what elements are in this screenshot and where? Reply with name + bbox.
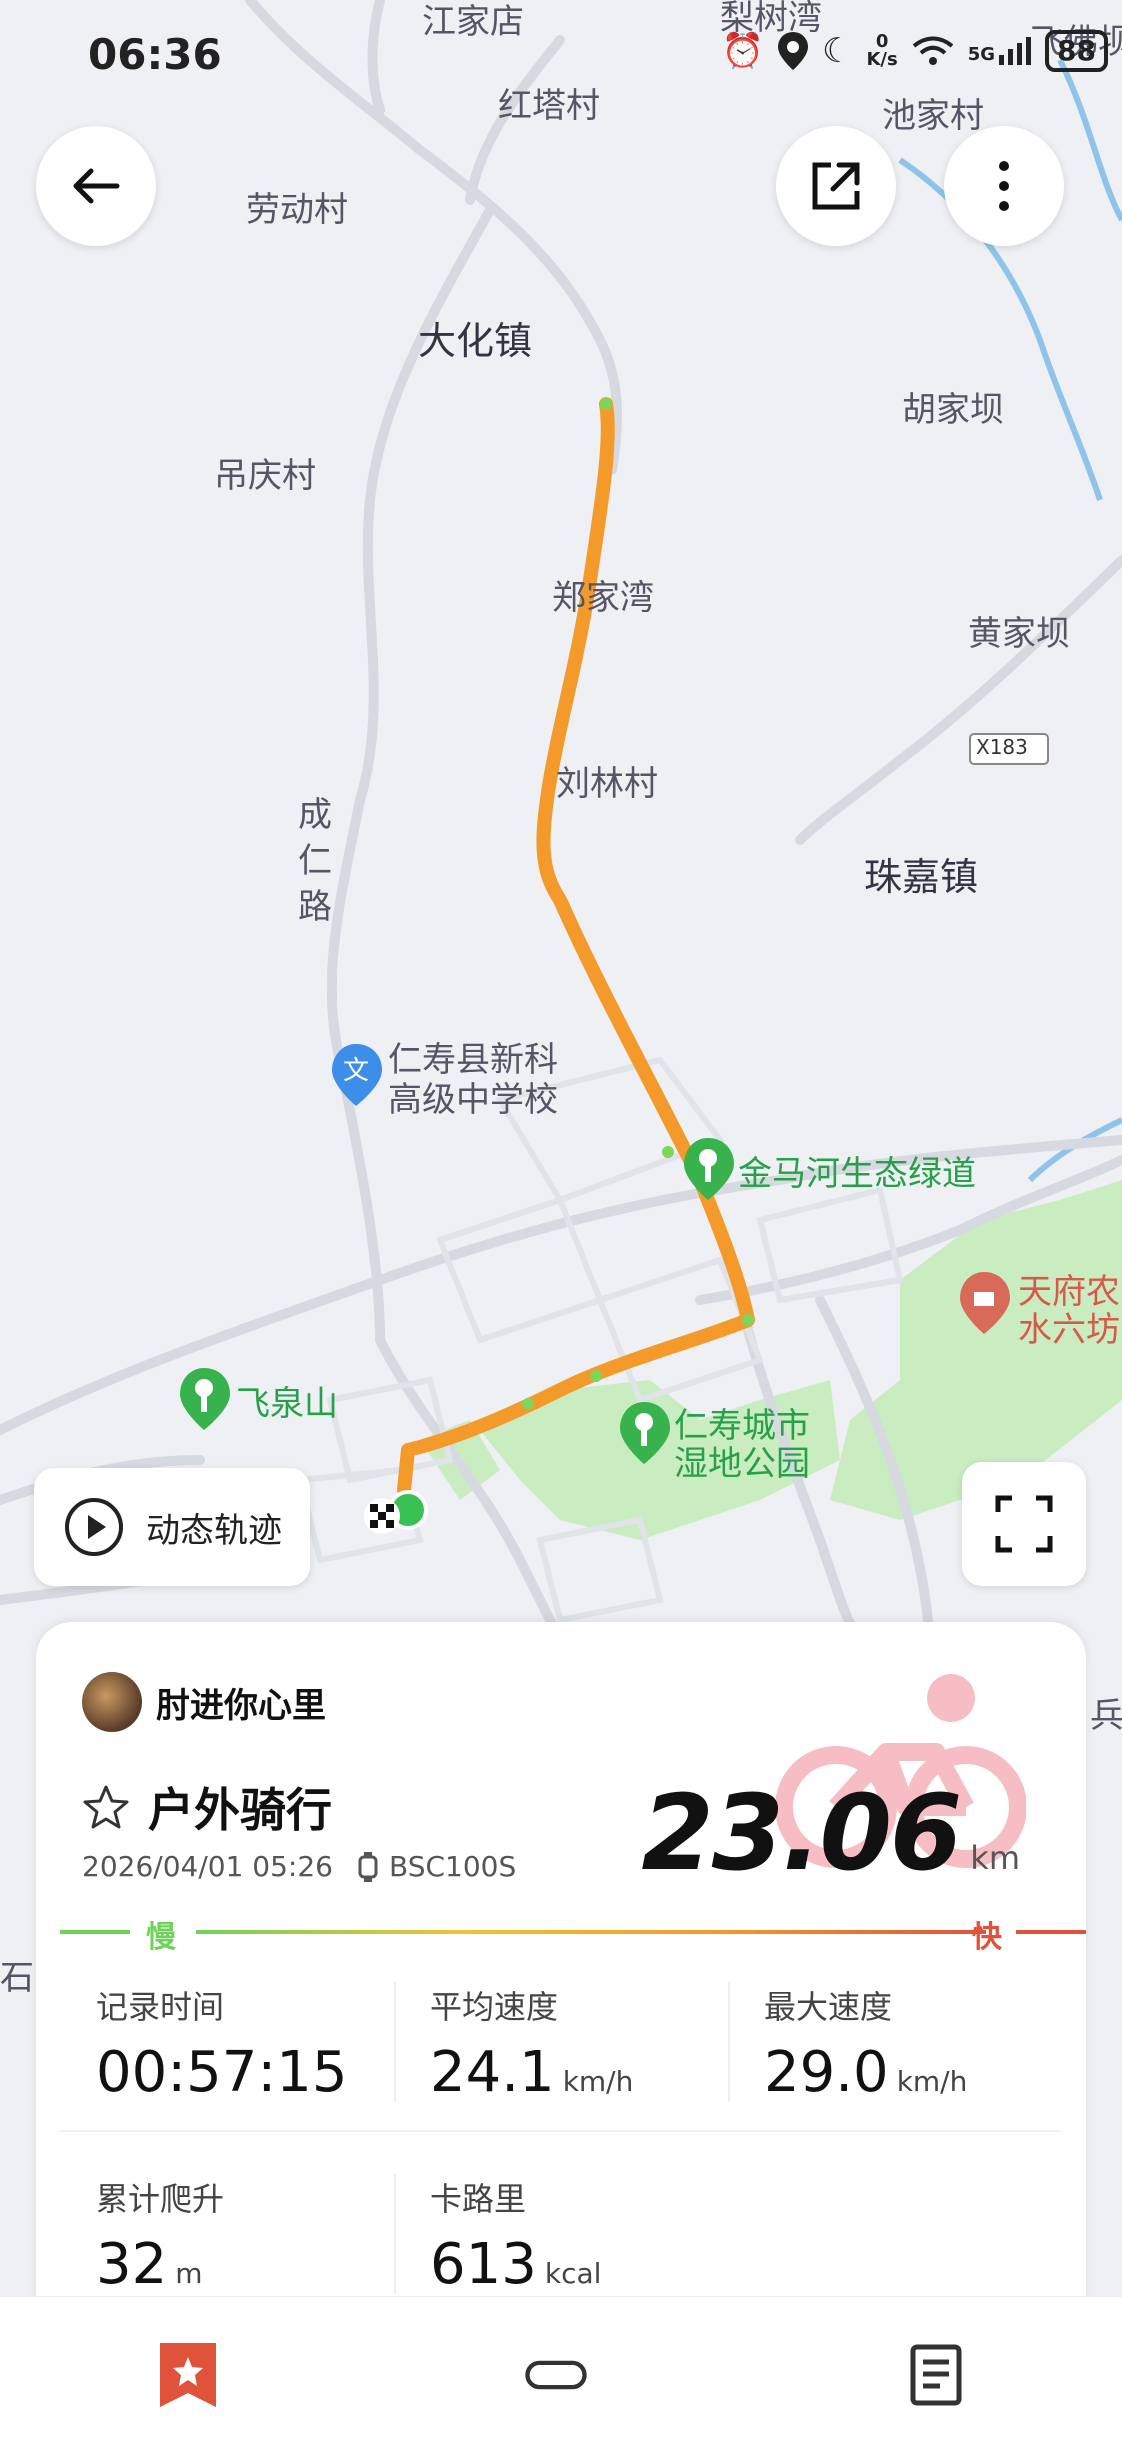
stat-label: 最大速度 xyxy=(764,1988,893,2026)
status-bar: 06:36 ⏰ ☾ 0 K/s 5G 88 xyxy=(0,0,1122,120)
map-place-label: 刘林村 xyxy=(556,764,658,804)
avatar[interactable] xyxy=(82,1672,142,1732)
map-place-label: 黄家坝 xyxy=(968,614,1070,654)
battery-indicator: 88 xyxy=(1045,30,1108,72)
watch-icon xyxy=(358,1851,378,1882)
stat-label: 累计爬升 xyxy=(96,2180,225,2218)
map-place-label: 胡家坝 xyxy=(902,390,1004,430)
share-icon xyxy=(812,162,860,210)
username: 肘进你心里 xyxy=(156,1685,326,1726)
network-speed: 0 K/s xyxy=(866,31,898,70)
stat-label: 平均速度 xyxy=(430,1988,559,2026)
finish-flag-icon xyxy=(364,1498,400,1534)
do-not-disturb-icon: ☾ xyxy=(821,31,853,71)
fullscreen-icon xyxy=(995,1495,1053,1553)
share-button[interactable] xyxy=(776,126,896,246)
svg-text:文: 文 xyxy=(343,1056,369,1086)
stat-value: 613 xyxy=(430,2232,537,2297)
map-place-label: 大化镇 xyxy=(418,319,533,363)
road-shield-label: X183 xyxy=(976,735,1028,759)
stat-max-speed: 最大速度 29.0 km/h xyxy=(764,1982,967,2105)
stat-avg-speed: 平均速度 24.1 km/h xyxy=(430,1982,633,2105)
total-distance: 23.06 xyxy=(641,1772,962,1894)
stat-unit: m xyxy=(175,2257,203,2290)
status-time: 06:36 xyxy=(88,30,222,79)
stat-value: 00:57:15 xyxy=(96,2040,348,2105)
stat-calories: 卡路里 613 kcal xyxy=(430,2174,601,2297)
scenic-label: 水六坊 xyxy=(1018,1310,1120,1350)
stat-label: 记录时间 xyxy=(96,1988,225,2026)
play-circle-icon xyxy=(65,1498,123,1556)
stat-value: 29.0 xyxy=(764,2040,889,2105)
back-button[interactable] xyxy=(36,126,156,246)
device-name: BSC100S xyxy=(388,1850,517,1883)
distance-unit: km xyxy=(970,1839,1020,1877)
star-icon[interactable] xyxy=(82,1783,130,1831)
park-label: 湿地公园 xyxy=(674,1444,810,1484)
nav-details[interactable] xyxy=(904,2343,968,2407)
stat-unit: km/h xyxy=(562,2065,634,2098)
speed-slow-label: 慢 xyxy=(146,1920,176,1955)
activity-summary-card: 肘进你心里 户外骑行 2026/04/01 05:26 BSC100S 23.0… xyxy=(36,1622,1086,2322)
fullscreen-button[interactable] xyxy=(962,1462,1086,1586)
stat-elevation-gain: 累计爬升 32 m xyxy=(96,2174,224,2297)
bookmark-star-icon xyxy=(160,2343,216,2407)
document-icon xyxy=(910,2344,962,2406)
road-label: 成仁路 xyxy=(298,795,332,927)
activity-title: 户外骑行 xyxy=(148,1783,332,1837)
map-place-label: 石 xyxy=(0,1958,34,1998)
stat-value: 32 xyxy=(96,2232,168,2297)
park-label: 金马河生态绿道 xyxy=(738,1154,976,1194)
stat-unit: kcal xyxy=(544,2257,602,2290)
school-label: 高级中学校 xyxy=(388,1080,558,1120)
map-place-label: 劳动村 xyxy=(246,190,348,230)
map-place-label: 吊庆村 xyxy=(214,456,316,496)
park-label: 飞泉山 xyxy=(236,1384,338,1424)
map-place-label: 珠嘉镇 xyxy=(864,855,979,899)
bottom-navigation xyxy=(0,2296,1122,2443)
stat-duration: 记录时间 00:57:15 xyxy=(96,1982,348,2105)
stat-label: 卡路里 xyxy=(430,2180,527,2218)
more-vertical-icon xyxy=(999,161,1009,211)
stat-unit: km/h xyxy=(896,2065,968,2098)
speed-fast-label: 快 xyxy=(972,1920,1002,1955)
nav-device[interactable] xyxy=(524,2343,588,2407)
dynamic-track-label: 动态轨迹 xyxy=(146,1510,282,1551)
map-place-label: 郑家湾 xyxy=(552,578,654,618)
map-place-label: 兵 xyxy=(1090,1696,1122,1736)
location-icon xyxy=(777,32,808,70)
activity-datetime: 2026/04/01 05:26 xyxy=(82,1850,333,1883)
cellular-signal-icon: 5G xyxy=(968,37,1032,65)
band-icon xyxy=(525,2360,587,2390)
nav-bookmark[interactable] xyxy=(156,2343,220,2407)
alarm-icon: ⏰ xyxy=(721,31,764,71)
arrow-left-icon xyxy=(73,168,120,204)
wifi-icon xyxy=(912,36,953,65)
stat-value: 24.1 xyxy=(430,2040,555,2105)
speed-legend: 慢 快 xyxy=(60,1912,1086,1955)
dynamic-track-button[interactable]: 动态轨迹 xyxy=(34,1468,310,1586)
more-options-button[interactable] xyxy=(944,126,1064,246)
